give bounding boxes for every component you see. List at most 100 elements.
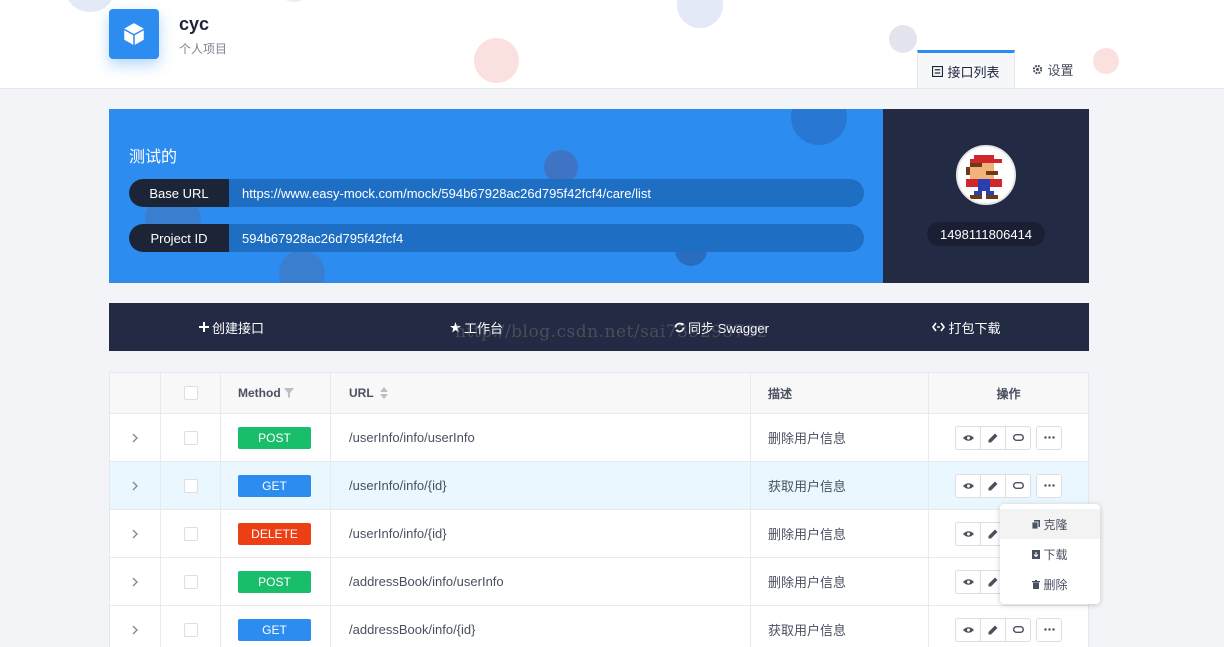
project-id-value[interactable]: 594b67928ac26d795f42fcf4 — [229, 231, 403, 246]
edit-button[interactable] — [980, 617, 1006, 642]
row-select-cell — [161, 606, 221, 647]
gear-icon — [1033, 64, 1043, 75]
download-package-button[interactable]: 打包下载 — [844, 303, 1089, 351]
menu-item-label: 下载 — [1043, 547, 1068, 562]
desc-cell: 删除用户信息 — [751, 558, 929, 605]
method-badge: DELETE — [238, 522, 311, 545]
copy-link-button[interactable] — [1005, 473, 1031, 498]
pencil-icon — [988, 481, 998, 490]
copy-link-button[interactable] — [1005, 617, 1031, 642]
expand-toggle[interactable] — [110, 462, 161, 509]
cube-icon — [124, 23, 144, 45]
table-row: POST /addressBook/info/userInfo 删除用户信息 — [110, 558, 1088, 606]
base-url-label: Base URL — [129, 179, 229, 207]
desc-column-header: 描述 — [751, 373, 929, 413]
pencil-icon — [988, 577, 998, 586]
row-select-cell — [161, 510, 221, 557]
edit-button[interactable] — [980, 425, 1006, 450]
preview-button[interactable] — [955, 569, 981, 594]
select-all-checkbox[interactable] — [183, 386, 198, 400]
chevron-right-icon — [132, 625, 138, 634]
base-url-value[interactable]: https://www.easy-mock.com/mock/594b67928… — [229, 186, 651, 201]
ops-button-group — [955, 617, 1031, 642]
list-icon — [932, 65, 944, 77]
row-checkbox[interactable] — [183, 526, 198, 541]
preview-button[interactable] — [955, 521, 981, 546]
project-type: 个人项目 — [179, 42, 228, 56]
create-api-button[interactable]: 创建接口 — [109, 303, 354, 351]
eye-icon — [962, 482, 974, 489]
decorative-bubble — [283, 0, 305, 2]
desc-cell: 获取用户信息 — [751, 462, 929, 509]
row-select-cell — [161, 414, 221, 461]
ops-button-group — [955, 473, 1031, 498]
filter-icon[interactable] — [283, 388, 294, 398]
menu-item-delete[interactable]: 删除 — [1000, 569, 1100, 599]
chevron-right-icon — [132, 481, 138, 490]
url-cell: /addressBook/info/userInfo — [331, 558, 751, 605]
row-checkbox[interactable] — [183, 574, 198, 589]
preview-button[interactable] — [955, 425, 981, 450]
ops-column-header: 操作 — [996, 386, 1021, 401]
link-icon — [1012, 434, 1024, 441]
star-icon — [449, 321, 461, 333]
desc-cell: 删除用户信息 — [751, 414, 929, 461]
expand-toggle[interactable] — [110, 606, 161, 647]
tab-api-list[interactable]: 接口列表 — [917, 50, 1015, 88]
more-button[interactable] — [1036, 425, 1062, 450]
url-header-label: URL — [349, 386, 374, 400]
tab-label: 设置 — [1047, 63, 1074, 78]
method-cell: GET — [221, 462, 331, 509]
expand-toggle[interactable] — [110, 558, 161, 605]
url-cell: /addressBook/info/{id} — [331, 606, 751, 647]
link-icon — [1012, 626, 1024, 633]
method-badge: POST — [238, 426, 311, 449]
tab-label: 接口列表 — [947, 64, 1000, 80]
copy-link-button[interactable] — [1005, 425, 1031, 450]
copy-icon — [1032, 519, 1041, 529]
more-button[interactable] — [1036, 473, 1062, 498]
menu-item-clone[interactable]: 克隆 — [1000, 509, 1100, 539]
ops-button-group — [955, 425, 1031, 450]
row-checkbox[interactable] — [183, 430, 198, 445]
expand-toggle[interactable] — [110, 414, 161, 461]
avatar[interactable] — [956, 145, 1016, 205]
menu-item-download[interactable]: 下载 — [1000, 539, 1100, 569]
more-button[interactable] — [1036, 617, 1062, 642]
action-toolbar: 创建接口 工作台 同步 Swagger 打包下载 — [109, 303, 1089, 351]
more-icon — [1043, 484, 1055, 487]
decorative-bubble — [677, 0, 723, 28]
more-icon — [1043, 628, 1055, 631]
chevron-right-icon — [132, 529, 138, 538]
method-column-header: Method — [221, 373, 331, 413]
method-badge: GET — [238, 474, 311, 497]
preview-button[interactable] — [955, 617, 981, 642]
row-checkbox[interactable] — [183, 622, 198, 637]
project-id-field[interactable]: Project ID 594b67928ac26d795f42fcf4 — [129, 224, 864, 252]
menu-item-label: 克隆 — [1043, 517, 1068, 532]
method-cell: POST — [221, 414, 331, 461]
decorative-bubble — [279, 250, 325, 283]
table-row: POST /userInfo/info/userInfo 删除用户信息 — [110, 414, 1088, 462]
sort-icon[interactable] — [379, 387, 388, 399]
edit-button[interactable] — [980, 473, 1006, 498]
url-cell: /userInfo/info/{id} — [331, 510, 751, 557]
preview-button[interactable] — [955, 473, 981, 498]
download-icon — [1032, 549, 1041, 559]
workbench-label: 工作台 — [463, 320, 503, 336]
workbench-button[interactable]: 工作台 — [354, 303, 599, 351]
pencil-icon — [988, 625, 998, 634]
chevron-right-icon — [132, 433, 138, 442]
decorative-bubble — [474, 38, 519, 83]
user-id-badge: 1498111806414 — [927, 222, 1045, 246]
base-url-field[interactable]: Base URL https://www.easy-mock.com/mock/… — [129, 179, 864, 207]
row-checkbox[interactable] — [183, 478, 198, 493]
sync-icon — [674, 322, 685, 332]
sync-swagger-button[interactable]: 同步 Swagger — [599, 303, 844, 351]
pencil-icon — [988, 529, 998, 538]
expand-toggle[interactable] — [110, 510, 161, 557]
tab-settings[interactable]: 设置 — [1019, 50, 1087, 88]
sync-swagger-label: 同步 Swagger — [688, 320, 769, 336]
api-table: Method URL 描述 操作 POST /userInfo/info/use… — [109, 372, 1089, 647]
mario-avatar-icon — [958, 147, 1014, 203]
